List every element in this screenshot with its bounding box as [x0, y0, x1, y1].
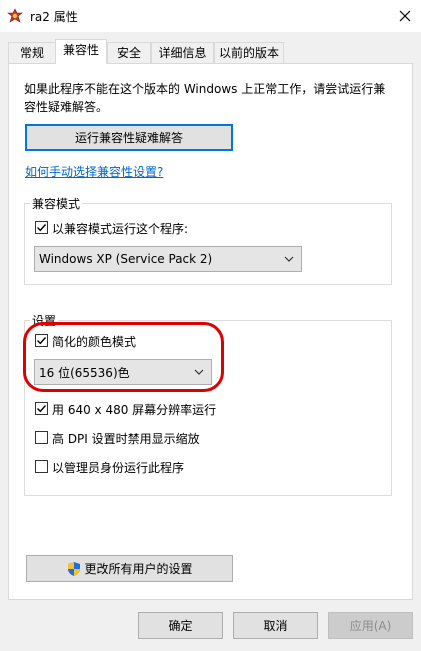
compat-mode-group [24, 203, 392, 285]
run-640-checkbox[interactable] [35, 402, 48, 415]
tab-general[interactable]: 常规 [8, 42, 56, 63]
run-admin-checkbox[interactable] [35, 460, 48, 473]
tab-details[interactable]: 详细信息 [151, 42, 214, 63]
shield-icon [68, 561, 81, 576]
change-all-users-button[interactable]: 更改所有用户的设置 [26, 555, 233, 582]
intro-line-1: 如果此程序不能在这个版本的 Windows 上正常工作，请尝试运行兼 [24, 82, 386, 96]
change-all-users-label: 更改所有用户的设置 [84, 562, 193, 576]
window-title: ra2 属性 [30, 10, 78, 24]
compat-mode-checkbox[interactable] [35, 221, 48, 234]
run-640-label: 用 640 x 480 屏幕分辨率运行 [52, 403, 217, 417]
tab-previous-versions[interactable]: 以前的版本 [214, 42, 284, 63]
checkmark-icon [37, 405, 47, 413]
app-icon [7, 8, 23, 24]
compat-mode-label: 以兼容模式运行这个程序: [52, 222, 189, 236]
high-dpi-checkbox[interactable] [35, 431, 48, 444]
chevron-down-icon [194, 369, 204, 375]
checkmark-icon [37, 337, 47, 345]
settings-group-title: 设置 [30, 312, 59, 329]
apply-button[interactable]: 应用(A) [328, 612, 413, 639]
os-version-value: Windows XP (Service Pack 2) [39, 252, 213, 266]
color-depth-select[interactable]: 16 位(65536)色 [34, 359, 212, 385]
run-admin-label: 以管理员身份运行此程序 [52, 461, 185, 475]
reduced-color-checkbox[interactable] [35, 334, 48, 347]
intro-text: 如果此程序不能在这个版本的 Windows 上正常工作，请尝试运行兼 容性疑难解… [24, 80, 404, 116]
ok-button[interactable]: 确定 [138, 612, 223, 639]
close-button[interactable] [389, 0, 421, 32]
chevron-down-icon [284, 256, 294, 262]
compat-mode-group-title: 兼容模式 [30, 195, 83, 212]
close-icon [399, 10, 411, 22]
high-dpi-label: 高 DPI 设置时禁用显示缩放 [52, 432, 200, 446]
color-depth-value: 16 位(65536)色 [39, 365, 130, 380]
tab-compatibility[interactable]: 兼容性 [55, 39, 107, 64]
manual-settings-link[interactable]: 如何手动选择兼容性设置? [25, 163, 163, 180]
checkmark-icon [37, 224, 47, 232]
reduced-color-label: 简化的颜色模式 [52, 335, 137, 349]
run-troubleshooter-button[interactable]: 运行兼容性疑难解答 [25, 124, 233, 151]
cancel-button[interactable]: 取消 [233, 612, 318, 639]
tab-security[interactable]: 安全 [107, 42, 151, 63]
os-version-select[interactable]: Windows XP (Service Pack 2) [34, 246, 302, 272]
intro-line-2: 容性疑难解答。 [24, 100, 109, 114]
